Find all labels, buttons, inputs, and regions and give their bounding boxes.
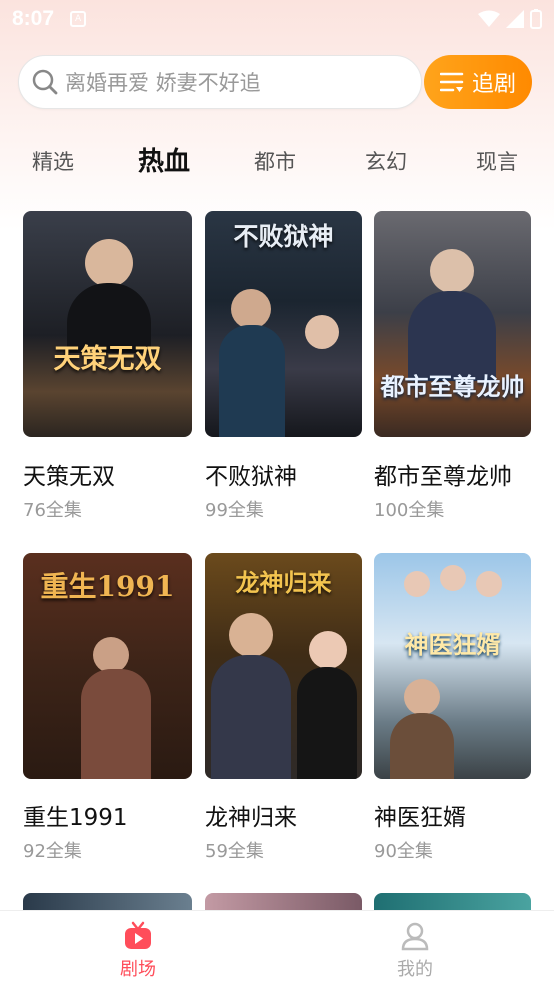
poster-title: 天策无双 [53,344,162,375]
battery-icon [530,9,542,29]
drama-title: 天策无双 [23,464,115,490]
tab-romance[interactable]: 现言 [476,135,518,189]
drama-card[interactable]: 重生1991 重生1991 92全集 [23,553,192,873]
drama-episodes: 100全集 [374,500,445,521]
nav-profile-label: 我的 [397,959,433,980]
status-time: 8:07 [12,7,55,30]
drama-card[interactable]: 都市至尊龙帅 都市至尊龙帅 100全集 [374,211,531,531]
tab-hot-blood[interactable]: 热血 [138,135,190,189]
tab-featured[interactable]: 精选 [32,135,74,189]
poster-title: 神医狂婿 [404,630,501,659]
list-icon [439,72,464,92]
drama-episodes: 90全集 [374,841,433,862]
tab-urban[interactable]: 都市 [254,135,296,189]
tab-fantasy[interactable]: 玄幻 [365,135,407,189]
drama-title: 龙神归来 [205,805,297,831]
search-icon [32,69,58,95]
nav-theater-label: 剧场 [120,959,156,980]
drama-card[interactable]: 不败狱神 不败狱神 99全集 [205,211,362,531]
drama-poster[interactable]: 天策无双 [23,211,192,437]
notification-icon: A [70,11,87,27]
bottom-nav: 剧场 我的 [0,910,554,985]
follow-drama-button[interactable]: 追剧 [424,55,532,109]
drama-episodes: 92全集 [23,841,82,862]
nav-theater[interactable]: 剧场 [98,921,178,981]
tv-icon [125,921,151,949]
drama-poster[interactable]: 都市至尊龙帅 [374,211,531,437]
drama-poster[interactable]: 重生1991 [23,553,192,779]
drama-card[interactable]: 龙神归来 龙神归来 59全集 [205,553,362,873]
signal-icon [506,10,524,28]
drama-title: 不败狱神 [205,464,297,490]
drama-card[interactable]: 天策无双 天策无双 76全集 [23,211,192,531]
search-input[interactable]: 离婚再爱 娇妻不好追 [18,55,422,109]
poster-title: 不败狱神 [233,222,334,251]
drama-poster[interactable]: 神医狂婿 [374,553,531,779]
drama-episodes: 99全集 [205,500,264,521]
person-icon [401,922,429,951]
search-row: 离婚再爱 娇妻不好追 追剧 [18,54,532,110]
drama-poster[interactable]: 不败狱神 [205,211,362,437]
nav-profile[interactable]: 我的 [375,921,455,981]
wifi-icon [478,10,500,27]
follow-drama-label: 追剧 [471,72,516,97]
poster-title: 重生1991 [40,570,175,603]
drama-card[interactable]: 神医狂婿 神医狂婿 90全集 [374,553,531,873]
drama-title: 神医狂婿 [374,805,466,831]
status-icons [478,9,542,29]
drama-title: 都市至尊龙帅 [374,464,512,490]
drama-episodes: 59全集 [205,841,264,862]
search-placeholder: 离婚再爱 娇妻不好追 [65,71,261,95]
poster-title: 都市至尊龙帅 [380,372,525,401]
drama-episodes: 76全集 [23,500,82,521]
drama-title: 重生1991 [23,805,128,831]
drama-poster[interactable]: 龙神归来 [205,553,362,779]
status-bar: 8:07 A [0,0,554,38]
poster-title: 龙神归来 [235,568,332,597]
category-tabs: 精选 热血 都市 玄幻 现言 [0,135,554,189]
